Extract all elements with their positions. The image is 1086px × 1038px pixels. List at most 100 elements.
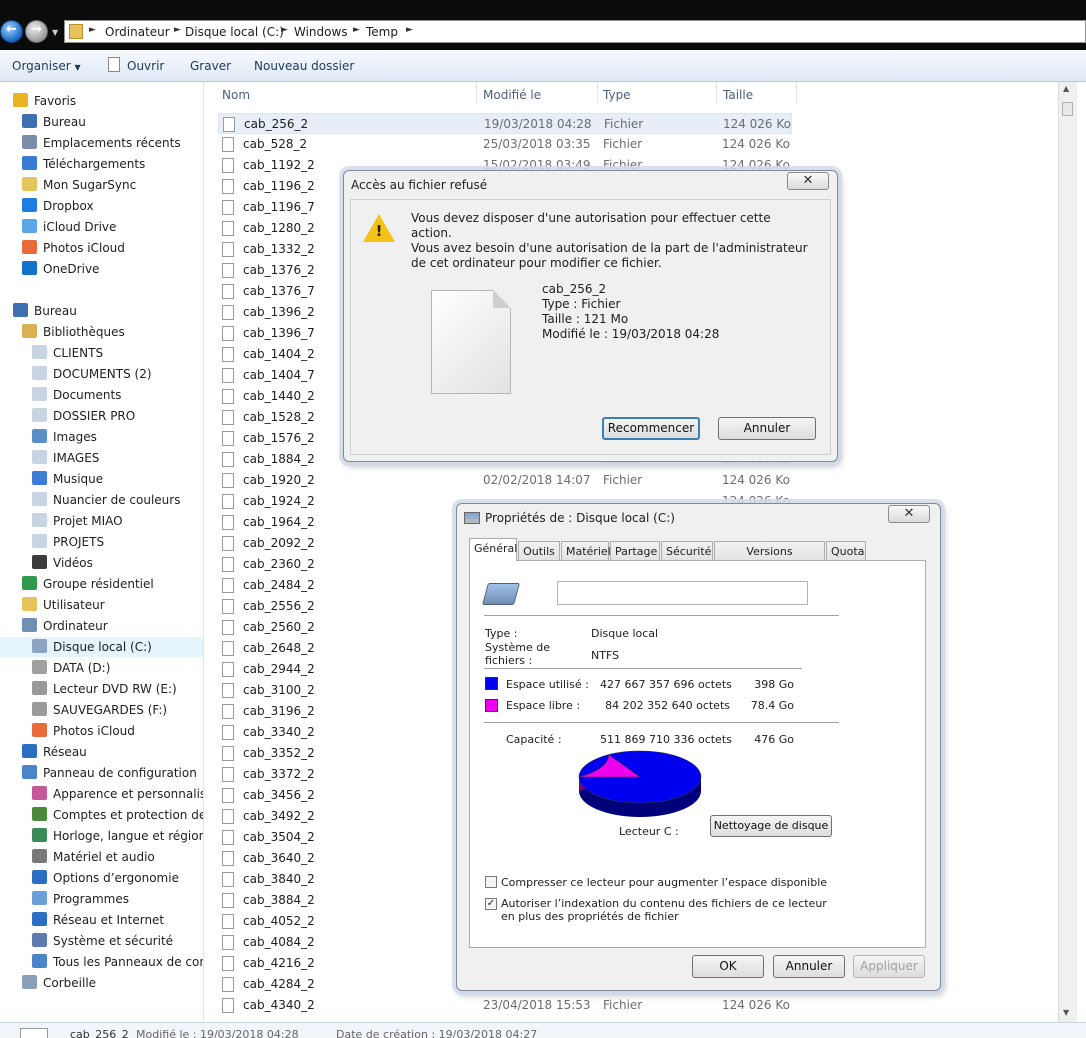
sidebar-item-tous-les-panneaux-de-config[interactable]: Tous les Panneaux de config bbox=[32, 952, 203, 972]
sidebar-item-projet-miao[interactable]: Projet MIAO bbox=[32, 511, 123, 531]
new-folder-button[interactable]: Nouveau dossier bbox=[254, 59, 354, 73]
file-icon bbox=[222, 515, 234, 530]
sidebar-item-icloud-drive[interactable]: iCloud Drive bbox=[22, 217, 116, 237]
file-name: cab_2556_2 bbox=[243, 599, 315, 613]
sidebar-item-biblioth-ques[interactable]: Bibliothèques bbox=[22, 322, 125, 342]
sidebar-item-panneau-de-configuration[interactable]: Panneau de configuration bbox=[22, 763, 197, 783]
sidebar-item-utilisateur[interactable]: Utilisateur bbox=[22, 595, 105, 615]
sidebar-item-photos-icloud[interactable]: Photos iCloud bbox=[22, 238, 125, 258]
sidebar-item-projets[interactable]: PROJETS bbox=[32, 532, 104, 552]
breadcrumb-local-disk[interactable]: Disque local (C:) bbox=[185, 25, 284, 39]
sidebar-item-horloge-langue-et-r-gion[interactable]: Horloge, langue et région bbox=[32, 826, 203, 846]
tab-sharing[interactable]: Partage bbox=[610, 541, 660, 560]
sidebar-item-onedrive[interactable]: OneDrive bbox=[22, 259, 99, 279]
disk-cleanup-button[interactable]: Nettoyage de disque bbox=[710, 815, 832, 837]
sidebar-item-documents-2[interactable]: DOCUMENTS (2) bbox=[32, 364, 152, 384]
vertical-scrollbar[interactable]: ▲ ▼ bbox=[1058, 82, 1077, 1022]
sidebar-item-vid-os[interactable]: Vidéos bbox=[32, 553, 93, 573]
organize-button[interactable]: Organiser ▼ bbox=[12, 59, 81, 73]
cancel-button[interactable]: Annuler bbox=[773, 955, 845, 978]
sidebar-item-syst-me-et-s-curit[interactable]: Système et sécurité bbox=[32, 931, 173, 951]
chevron-right-icon[interactable]: ► bbox=[281, 25, 288, 35]
apply-button[interactable]: Appliquer bbox=[853, 955, 925, 978]
address-field[interactable]: ► Ordinateur ► Disque local (C:) ► Windo… bbox=[64, 20, 1086, 43]
tab-general[interactable]: Général bbox=[469, 538, 517, 561]
file-name: cab_4284_2 bbox=[243, 977, 315, 991]
chevron-right-icon[interactable]: ► bbox=[89, 25, 96, 35]
close-button[interactable]: ✕ bbox=[787, 172, 829, 190]
drive-label-input[interactable] bbox=[557, 581, 808, 605]
open-button[interactable]: Ouvrir bbox=[127, 59, 164, 73]
forward-button[interactable]: → bbox=[25, 20, 48, 43]
tab-security[interactable]: Sécurité bbox=[661, 541, 713, 560]
cancel-button[interactable]: Annuler bbox=[718, 417, 816, 440]
file-name: cab_1192_2 bbox=[243, 158, 315, 172]
breadcrumb-computer[interactable]: Ordinateur bbox=[105, 25, 170, 39]
sidebar-item-documents[interactable]: Documents bbox=[32, 385, 121, 405]
sidebar-item-photos-icloud[interactable]: Photos iCloud bbox=[32, 721, 135, 741]
chevron-right-icon[interactable]: ► bbox=[406, 25, 413, 35]
sidebar-item-favoris[interactable]: Favoris bbox=[13, 91, 76, 111]
sidebar-item-r-seau-et-internet[interactable]: Réseau et Internet bbox=[32, 910, 164, 930]
back-button[interactable]: ← bbox=[0, 20, 23, 43]
sidebar-item-dropbox[interactable]: Dropbox bbox=[22, 196, 94, 216]
sidebar-item-programmes[interactable]: Programmes bbox=[32, 889, 129, 909]
history-dropdown-icon[interactable]: ▼ bbox=[52, 28, 58, 37]
file-name: cab_4084_2 bbox=[243, 935, 315, 949]
file-row[interactable]: cab_4340_2 23/04/2018 15:53 Fichier 124 026… bbox=[218, 995, 792, 1016]
column-divider[interactable] bbox=[796, 82, 797, 104]
sidebar-item-corbeille[interactable]: Corbeille bbox=[22, 973, 96, 993]
close-button[interactable]: ✕ bbox=[888, 505, 930, 523]
column-divider[interactable] bbox=[597, 82, 598, 104]
column-header-name[interactable]: Nom bbox=[222, 88, 250, 102]
file-row[interactable]: cab_528_2 25/03/2018 03:35 Fichier 124 026 … bbox=[218, 134, 792, 155]
column-divider[interactable] bbox=[476, 82, 477, 104]
sidebar-item-ordinateur[interactable]: Ordinateur bbox=[22, 616, 108, 636]
sidebar-item-images[interactable]: Images bbox=[32, 427, 97, 447]
sidebar-item-groupe-r-sidentiel[interactable]: Groupe résidentiel bbox=[22, 574, 154, 594]
tab-hardware[interactable]: Matériel bbox=[561, 541, 611, 560]
column-header-size[interactable]: Taille bbox=[723, 88, 753, 102]
retry-button[interactable]: Recommencer bbox=[602, 417, 700, 440]
scroll-up-icon[interactable]: ▲ bbox=[1063, 84, 1069, 93]
sidebar-item-emplacements-r-cents[interactable]: Emplacements récents bbox=[22, 133, 181, 153]
ok-button[interactable]: OK bbox=[692, 955, 764, 978]
sidebar-item-dossier-pro[interactable]: DOSSIER PRO bbox=[32, 406, 135, 426]
breadcrumb-temp[interactable]: Temp bbox=[366, 25, 398, 39]
tab-previous-versions[interactable]: Versions précédentes bbox=[714, 541, 825, 577]
sidebar-item-images[interactable]: IMAGES bbox=[32, 448, 99, 468]
sidebar-item-disque-local-c[interactable]: Disque local (C:) bbox=[0, 637, 203, 657]
hardware-audio-icon bbox=[32, 849, 47, 863]
burn-button[interactable]: Graver bbox=[190, 59, 231, 73]
sidebar-item-apparence-et-personnalisati[interactable]: Apparence et personnalisati bbox=[32, 784, 203, 804]
sidebar-item-comptes-et-protection-des-u[interactable]: Comptes et protection des u bbox=[32, 805, 203, 825]
sidebar-item-mon-sugarsync[interactable]: Mon SugarSync bbox=[22, 175, 136, 195]
chevron-right-icon[interactable]: ► bbox=[174, 25, 181, 35]
sidebar-item-data-d[interactable]: DATA (D:) bbox=[32, 658, 110, 678]
chevron-right-icon[interactable]: ► bbox=[353, 25, 360, 35]
sidebar-item-mat-riel-et-audio[interactable]: Matériel et audio bbox=[32, 847, 155, 867]
file-row[interactable]: cab_1920_2 02/02/2018 14:07 Fichier 124 026… bbox=[218, 470, 792, 491]
column-header-type[interactable]: Type bbox=[603, 88, 631, 102]
sidebar-item-bureau[interactable]: Bureau bbox=[13, 301, 77, 321]
sidebar-item-bureau[interactable]: Bureau bbox=[22, 112, 86, 132]
tab-quota[interactable]: Quota bbox=[826, 541, 866, 560]
compress-checkbox[interactable] bbox=[485, 876, 497, 888]
sidebar-item-r-seau[interactable]: Réseau bbox=[22, 742, 87, 762]
sidebar-item-lecteur-dvd-rw-e[interactable]: Lecteur DVD RW (E:) bbox=[32, 679, 177, 699]
free-space-swatch bbox=[485, 699, 498, 712]
breadcrumb-windows[interactable]: Windows bbox=[294, 25, 348, 39]
sidebar-item-nuancier-de-couleurs[interactable]: Nuancier de couleurs bbox=[32, 490, 180, 510]
sidebar-item-options-d-ergonomie[interactable]: Options d’ergonomie bbox=[32, 868, 179, 888]
scrollbar-thumb[interactable] bbox=[1062, 102, 1073, 116]
tab-tools[interactable]: Outils bbox=[518, 541, 560, 560]
sidebar-item-t-l-chargements[interactable]: Téléchargements bbox=[22, 154, 145, 174]
scroll-down-icon[interactable]: ▼ bbox=[1063, 1008, 1069, 1017]
column-header-modified[interactable]: Modifié le bbox=[483, 88, 541, 102]
sidebar-item-clients[interactable]: CLIENTS bbox=[32, 343, 103, 363]
file-row[interactable]: cab_256_2 19/03/2018 04:28 Fichier 124 026 … bbox=[218, 113, 792, 134]
column-divider[interactable] bbox=[716, 82, 717, 104]
sidebar-item-musique[interactable]: Musique bbox=[32, 469, 103, 489]
sidebar-item-sauvegardes-f[interactable]: SAUVEGARDES (F:) bbox=[32, 700, 167, 720]
indexing-checkbox[interactable]: ✓ bbox=[485, 898, 497, 910]
